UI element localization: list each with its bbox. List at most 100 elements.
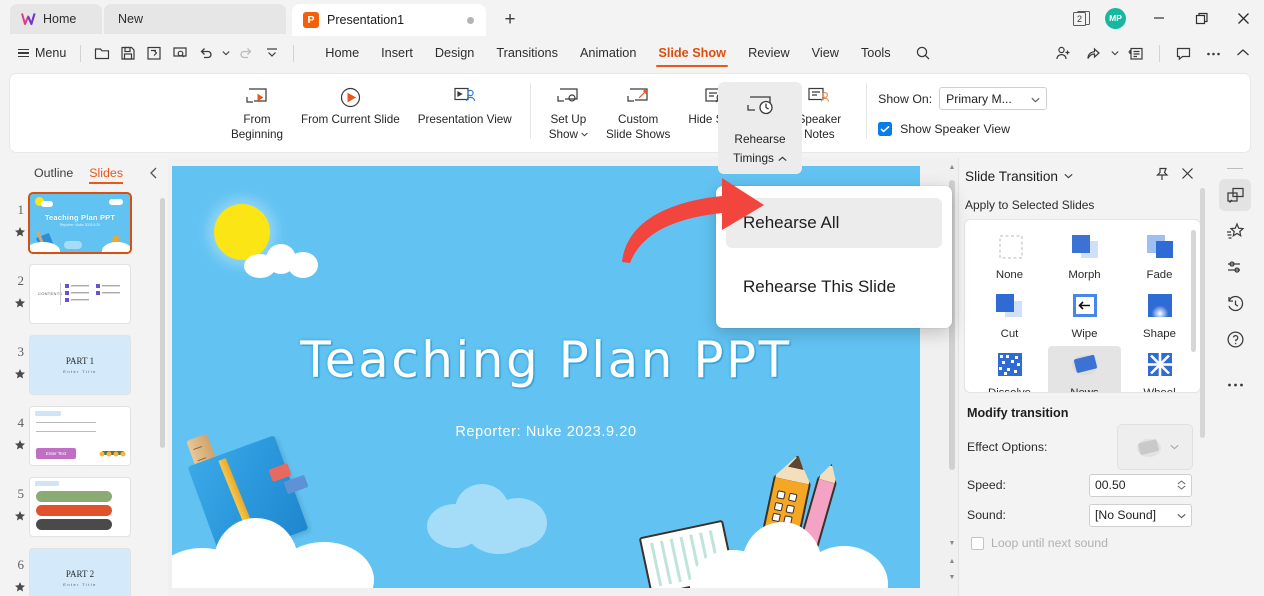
- share-dropdown-icon[interactable]: [1108, 40, 1121, 66]
- rail-help-button[interactable]: [1219, 323, 1251, 355]
- restore-button[interactable]: [1180, 0, 1222, 36]
- thumbnail-item-3[interactable]: 3 PART 1 Enter Title: [0, 332, 162, 402]
- undo-icon[interactable]: [193, 40, 219, 66]
- tab-new[interactable]: New: [104, 4, 286, 34]
- rehearse-timings-icon: [746, 94, 774, 124]
- previous-slide-icon[interactable]: ▲: [946, 554, 958, 568]
- transition-dissolve[interactable]: Dissolve: [973, 346, 1046, 392]
- star-sparkle-icon: [1225, 222, 1245, 241]
- slide-number: 4: [0, 403, 30, 431]
- transition-news[interactable]: News: [1048, 346, 1121, 392]
- transition-gallery[interactable]: None Morph Fade: [965, 220, 1200, 392]
- menu-button[interactable]: Menu: [12, 43, 72, 63]
- thumbnail-item-1[interactable]: 1 Teaching Plan PPT Reporter: Nuke 2023.…: [0, 190, 162, 260]
- tab-tools[interactable]: Tools: [850, 36, 902, 70]
- tab-close-dot-icon[interactable]: [467, 17, 474, 24]
- spinner-arrows-icon[interactable]: [1177, 480, 1186, 490]
- loop-label: Loop until next sound: [991, 536, 1108, 550]
- tab-slide-show[interactable]: Slide Show: [647, 36, 737, 70]
- effect-options-button[interactable]: [1118, 425, 1192, 469]
- thumbnail-list[interactable]: 1 Teaching Plan PPT Reporter: Nuke 2023.…: [0, 190, 162, 596]
- window-count-badge[interactable]: 2: [1065, 0, 1099, 36]
- scroll-up-icon[interactable]: ▲: [946, 160, 958, 174]
- new-tab-plus-icon[interactable]: +: [498, 8, 522, 32]
- avatar[interactable]: MP: [1105, 8, 1126, 29]
- thumbnail-item-2[interactable]: 2 CONTENTS: [0, 261, 162, 331]
- rehearse-timings-button[interactable]: Rehearse Timings: [718, 82, 802, 174]
- sound-select[interactable]: [No Sound]: [1089, 504, 1192, 527]
- ribbon-from-beginning[interactable]: From Beginning: [222, 81, 292, 142]
- tab-home[interactable]: Home: [10, 4, 102, 34]
- share-person-icon[interactable]: [1048, 40, 1078, 66]
- rail-animation-button[interactable]: [1219, 215, 1251, 247]
- thumbnail-item-5[interactable]: 5: [0, 474, 162, 544]
- gallery-scrollbar[interactable]: [1191, 230, 1196, 352]
- rail-more-button[interactable]: [1219, 369, 1251, 401]
- panel-scrollbar[interactable]: [1200, 188, 1205, 578]
- thumbnail-item-4[interactable]: 4 Enter Text: [0, 403, 162, 473]
- transition-cut[interactable]: Cut: [973, 287, 1046, 344]
- show-on-select[interactable]: Primary M...: [939, 87, 1047, 110]
- slide-title-text[interactable]: Teaching Plan PPT: [172, 331, 920, 389]
- print-preview-icon[interactable]: [167, 40, 193, 66]
- save-icon[interactable]: [115, 40, 141, 66]
- rail-history-button[interactable]: [1219, 287, 1251, 319]
- ribbon-from-current-slide[interactable]: From Current Slide: [292, 81, 409, 128]
- tab-outline[interactable]: Outline: [34, 166, 73, 183]
- loop-until-next-sound-row[interactable]: Loop until next sound: [959, 530, 1206, 550]
- tab-insert[interactable]: Insert: [370, 36, 424, 70]
- speed-input[interactable]: 00.50: [1089, 474, 1192, 497]
- label-line1: From: [243, 113, 270, 128]
- close-icon[interactable]: [1181, 167, 1194, 185]
- thumbnail-preview: CONTENTS: [30, 265, 130, 323]
- save-as-icon[interactable]: [141, 40, 167, 66]
- thumbnail-scrollbar[interactable]: [160, 198, 165, 448]
- pin-icon[interactable]: [1155, 167, 1169, 186]
- tab-slides[interactable]: Slides: [89, 166, 123, 183]
- checkbox-unchecked-icon[interactable]: [971, 537, 984, 550]
- more-icon[interactable]: [1198, 40, 1228, 66]
- undo-dropdown-icon[interactable]: [219, 40, 233, 66]
- divider: [293, 45, 294, 62]
- menu-item-rehearse-this-slide[interactable]: Rehearse This Slide: [726, 262, 942, 312]
- thumbnail-item-6[interactable]: 6 PART 2 Enter Title: [0, 545, 162, 596]
- tab-transitions[interactable]: Transitions: [485, 36, 569, 70]
- animation-star-icon: [14, 297, 26, 312]
- transition-wipe[interactable]: Wipe: [1048, 287, 1121, 344]
- redo-icon[interactable]: [233, 40, 259, 66]
- tab-review[interactable]: Review: [737, 36, 801, 70]
- transition-none[interactable]: None: [973, 228, 1046, 285]
- transition-fade[interactable]: Fade: [1123, 228, 1196, 285]
- minimize-button[interactable]: [1138, 0, 1180, 36]
- slide-subtitle-text[interactable]: Reporter: Nuke 2023.9.20: [172, 424, 920, 440]
- ribbon-set-up-show[interactable]: Set Up Show: [540, 81, 597, 142]
- next-slide-icon[interactable]: ▼: [946, 570, 958, 584]
- checkbox-checked-icon[interactable]: [878, 122, 892, 136]
- rail-slide-transition-button[interactable]: [1219, 179, 1251, 211]
- chevron-left-icon[interactable]: [149, 167, 158, 182]
- rail-properties-button[interactable]: [1219, 251, 1251, 283]
- close-button[interactable]: [1222, 0, 1264, 36]
- tab-view[interactable]: View: [801, 36, 850, 70]
- scroll-down-icon[interactable]: ▼: [946, 536, 958, 550]
- transition-shape[interactable]: Shape: [1123, 287, 1196, 344]
- share-icon[interactable]: [1078, 40, 1108, 66]
- transition-wheel[interactable]: Wheel: [1123, 346, 1196, 392]
- tab-animation[interactable]: Animation: [569, 36, 647, 70]
- thumb-sub: Enter Title: [30, 582, 130, 587]
- ribbon-presentation-view[interactable]: Presentation View: [409, 81, 521, 128]
- ribbon-custom-slide-shows[interactable]: Custom Slide Shows: [597, 81, 679, 142]
- open-folder-icon[interactable]: [89, 40, 115, 66]
- collab-icon[interactable]: [1121, 40, 1151, 66]
- transition-morph[interactable]: Morph: [1048, 228, 1121, 285]
- transition-label: News: [1070, 387, 1098, 392]
- show-speaker-view-row[interactable]: Show Speaker View: [878, 122, 1047, 136]
- collapse-ribbon-icon[interactable]: [1228, 40, 1258, 66]
- tab-design[interactable]: Design: [424, 36, 486, 70]
- menu-item-rehearse-all[interactable]: Rehearse All: [726, 198, 942, 248]
- search-icon[interactable]: [910, 40, 936, 66]
- tab-home[interactable]: Home: [314, 36, 370, 70]
- comment-icon[interactable]: [1168, 40, 1198, 66]
- customize-qat-icon[interactable]: [259, 40, 285, 66]
- tab-presentation1[interactable]: P Presentation1: [292, 4, 486, 36]
